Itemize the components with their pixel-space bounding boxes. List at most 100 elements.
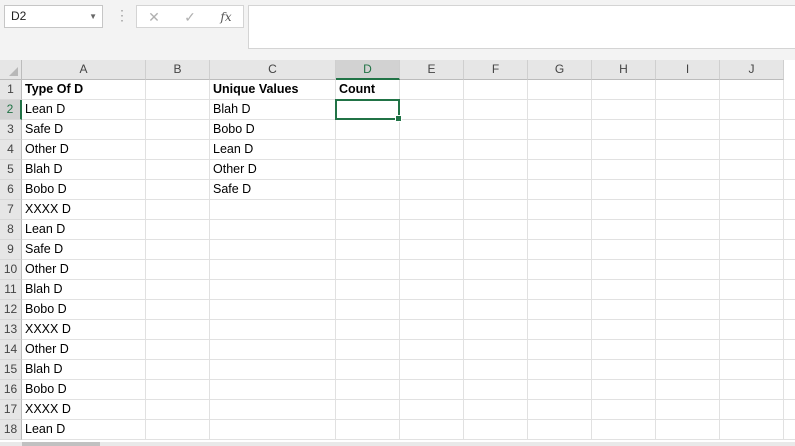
cell-a5[interactable]: Blah D [22,160,146,180]
cell-e6[interactable] [400,180,464,200]
cell-f4[interactable] [464,140,528,160]
cell-g1[interactable] [528,80,592,100]
cell-a18[interactable]: Lean D [22,420,146,440]
cell-j8[interactable] [720,220,784,240]
cell-c18[interactable] [210,420,336,440]
cell-g12[interactable] [528,300,592,320]
cell-b1[interactable] [146,80,210,100]
cell-e10[interactable] [400,260,464,280]
row-header-5[interactable]: 5 [0,160,22,180]
cell-d1[interactable]: Count [336,80,400,100]
cell-d3[interactable] [336,120,400,140]
chevron-down-icon[interactable]: ▼ [89,6,97,27]
cell-c2[interactable]: Blah D [210,100,336,120]
cell-a8[interactable]: Lean D [22,220,146,240]
cell-a14[interactable]: Other D [22,340,146,360]
cell-b17[interactable] [146,400,210,420]
cell-e15[interactable] [400,360,464,380]
cell-h3[interactable] [592,120,656,140]
cell-h6[interactable] [592,180,656,200]
cell-h1[interactable] [592,80,656,100]
cell-j1[interactable] [720,80,784,100]
cell-e18[interactable] [400,420,464,440]
cell-h17[interactable] [592,400,656,420]
cell-g3[interactable] [528,120,592,140]
cell-a15[interactable]: Blah D [22,360,146,380]
row-header-9[interactable]: 9 [0,240,22,260]
cell-d8[interactable] [336,220,400,240]
cell-h2[interactable] [592,100,656,120]
cell-e12[interactable] [400,300,464,320]
cell-h8[interactable] [592,220,656,240]
cell-j7[interactable] [720,200,784,220]
cell-i4[interactable] [656,140,720,160]
cell-c8[interactable] [210,220,336,240]
cell-f15[interactable] [464,360,528,380]
cell-b7[interactable] [146,200,210,220]
row-header-14[interactable]: 14 [0,340,22,360]
cell-e11[interactable] [400,280,464,300]
cell-b15[interactable] [146,360,210,380]
cell-d4[interactable] [336,140,400,160]
cell-d11[interactable] [336,280,400,300]
cell-g13[interactable] [528,320,592,340]
cell-h15[interactable] [592,360,656,380]
cell-c10[interactable] [210,260,336,280]
cell-a13[interactable]: XXXX D [22,320,146,340]
row-header-3[interactable]: 3 [0,120,22,140]
row-header-15[interactable]: 15 [0,360,22,380]
cell-i3[interactable] [656,120,720,140]
row-header-6[interactable]: 6 [0,180,22,200]
cell-g4[interactable] [528,140,592,160]
cell-f12[interactable] [464,300,528,320]
cell-a1[interactable]: Type Of D [22,80,146,100]
cell-a10[interactable]: Other D [22,260,146,280]
cell-c9[interactable] [210,240,336,260]
cell-i2[interactable] [656,100,720,120]
cell-overflow[interactable] [784,320,795,340]
cell-d7[interactable] [336,200,400,220]
cell-g17[interactable] [528,400,592,420]
cell-e17[interactable] [400,400,464,420]
cell-c13[interactable] [210,320,336,340]
row-header-7[interactable]: 7 [0,200,22,220]
cell-g6[interactable] [528,180,592,200]
cell-b6[interactable] [146,180,210,200]
cell-f3[interactable] [464,120,528,140]
cell-a2[interactable]: Lean D [22,100,146,120]
column-header-e[interactable]: E [400,60,464,80]
horizontal-scrollbar[interactable] [0,442,795,446]
cell-j18[interactable] [720,420,784,440]
name-box[interactable]: D2 ▼ [4,5,103,28]
cell-c14[interactable] [210,340,336,360]
row-header-13[interactable]: 13 [0,320,22,340]
cell-j4[interactable] [720,140,784,160]
cell-i16[interactable] [656,380,720,400]
cell-overflow[interactable] [784,200,795,220]
cell-b13[interactable] [146,320,210,340]
cell-a4[interactable]: Other D [22,140,146,160]
cell-d16[interactable] [336,380,400,400]
cell-g2[interactable] [528,100,592,120]
cell-overflow[interactable] [784,260,795,280]
cell-i1[interactable] [656,80,720,100]
cell-overflow[interactable] [784,240,795,260]
formula-input[interactable] [248,5,795,49]
cell-j12[interactable] [720,300,784,320]
select-all-corner[interactable] [0,60,22,80]
cell-i17[interactable] [656,400,720,420]
cell-h12[interactable] [592,300,656,320]
cell-overflow[interactable] [784,340,795,360]
cell-overflow[interactable] [784,400,795,420]
cell-g9[interactable] [528,240,592,260]
cell-f8[interactable] [464,220,528,240]
cell-i11[interactable] [656,280,720,300]
cell-b2[interactable] [146,100,210,120]
cell-d10[interactable] [336,260,400,280]
cell-b18[interactable] [146,420,210,440]
cell-e8[interactable] [400,220,464,240]
cell-f9[interactable] [464,240,528,260]
cell-g11[interactable] [528,280,592,300]
cell-c11[interactable] [210,280,336,300]
cell-h4[interactable] [592,140,656,160]
